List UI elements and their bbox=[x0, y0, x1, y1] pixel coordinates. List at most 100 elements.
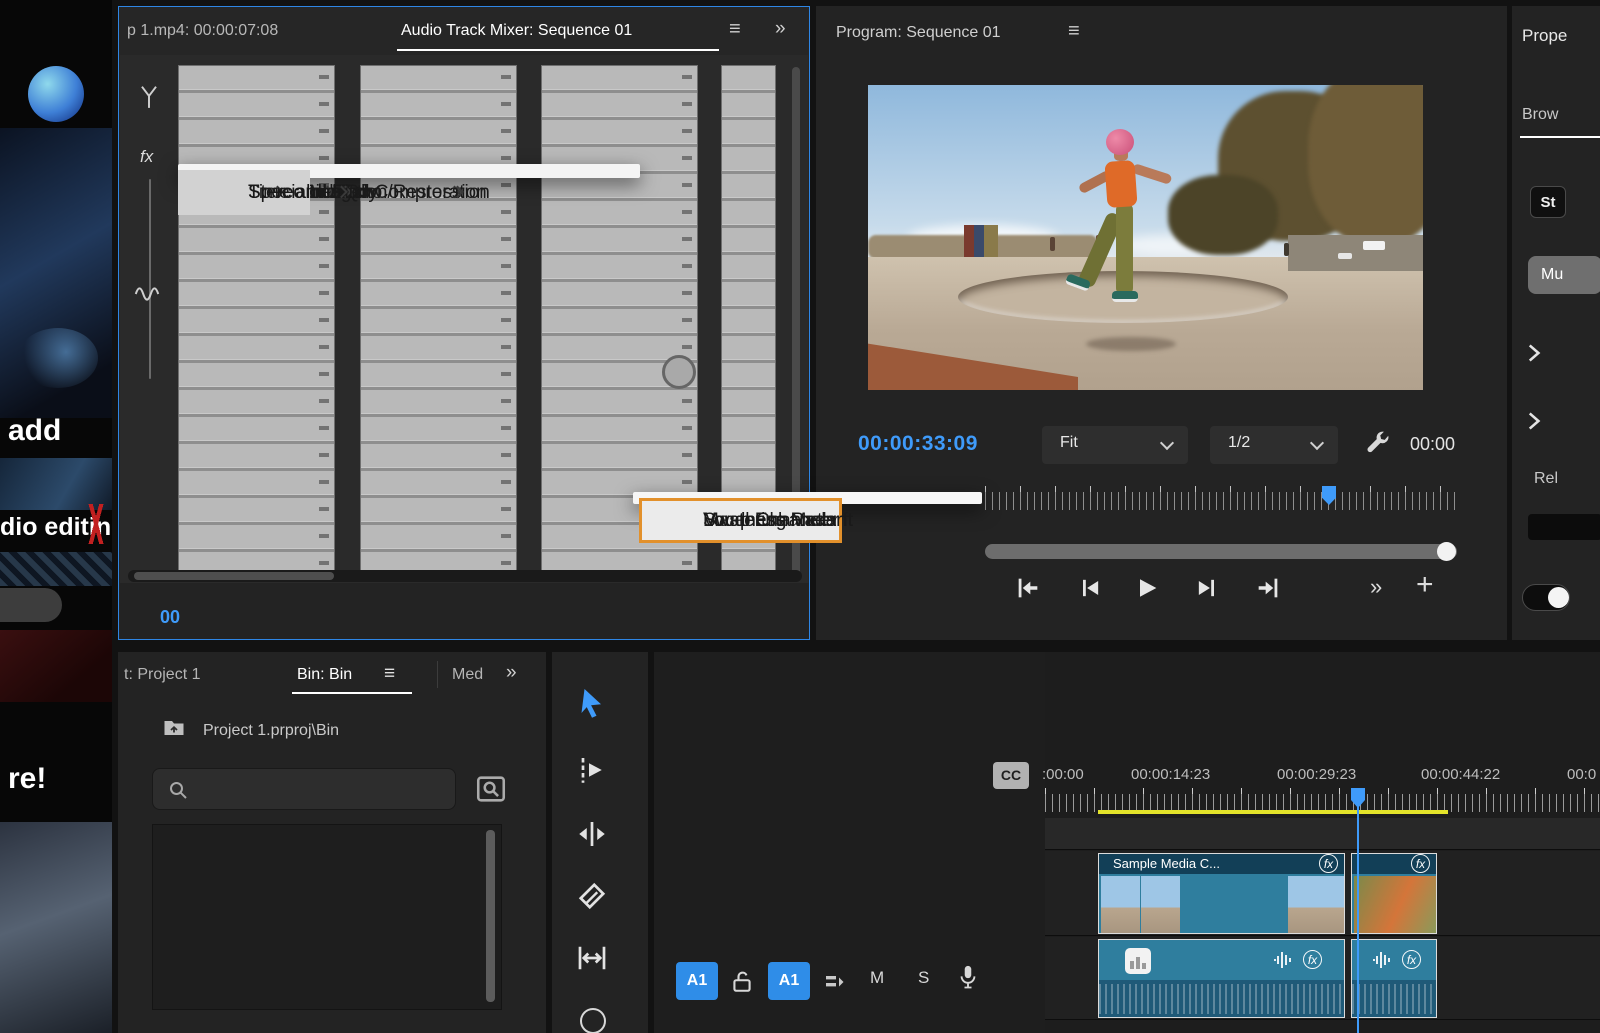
panel-menu-icon[interactable]: ≡ bbox=[384, 663, 395, 685]
tab-bin[interactable]: Bin: Bin bbox=[297, 666, 352, 684]
mixer-timecode[interactable]: 00 bbox=[160, 607, 180, 628]
breadcrumb[interactable]: Project 1.prproj\Bin bbox=[203, 722, 339, 740]
fx-badge: fx bbox=[1319, 854, 1338, 873]
pan-knob[interactable] bbox=[662, 355, 696, 389]
go-to-in-button[interactable] bbox=[1014, 574, 1042, 602]
properties-panel: Prope Brow St Mu Rel bbox=[1512, 6, 1600, 640]
add-button-icon[interactable]: + bbox=[1416, 568, 1434, 602]
tab-media-browser[interactable]: Med bbox=[452, 666, 483, 684]
list-scrollbar[interactable] bbox=[486, 830, 495, 1002]
expand-chevron-icon[interactable] bbox=[1520, 408, 1546, 434]
tab-program[interactable]: Program: Sequence 01 bbox=[836, 24, 1001, 42]
automation-icon bbox=[136, 77, 162, 117]
tab-source-clip[interactable]: p 1.mp4: 00:00:07:08 bbox=[127, 22, 278, 40]
st-chip[interactable]: St bbox=[1530, 186, 1566, 218]
panel-overflow-icon[interactable]: » bbox=[775, 18, 784, 40]
mixer-horizontal-scrollbar[interactable] bbox=[128, 570, 802, 582]
tab-project[interactable]: t: Project 1 bbox=[124, 666, 200, 684]
go-to-out-button[interactable] bbox=[1254, 574, 1282, 602]
panel-overflow-icon[interactable]: » bbox=[506, 662, 515, 684]
ripple-edit-tool[interactable] bbox=[574, 816, 610, 852]
track-lock-icon[interactable] bbox=[728, 968, 756, 996]
audio-waveform bbox=[1352, 984, 1436, 1014]
video-background-figure bbox=[1050, 237, 1055, 251]
zoom-scrollbar-handle[interactable] bbox=[1437, 542, 1456, 561]
fx-badge: fx bbox=[1402, 950, 1421, 969]
ruler-timecode: 00:00:14:23 bbox=[1131, 766, 1210, 783]
webpage-button bbox=[0, 588, 62, 622]
tab-browse[interactable]: Brow bbox=[1522, 106, 1558, 124]
webpage-stripes bbox=[0, 552, 112, 586]
video-trees bbox=[1168, 175, 1278, 255]
video-graffiti bbox=[1363, 241, 1385, 250]
empty-track-lane bbox=[1045, 818, 1600, 850]
search-input[interactable] bbox=[197, 773, 447, 805]
tab-audio-track-mixer[interactable]: Audio Track Mixer: Sequence 01 bbox=[401, 22, 632, 40]
panel-menu-icon[interactable]: ≡ bbox=[729, 18, 741, 41]
channel-strip-effect-slots[interactable] bbox=[360, 65, 517, 582]
bin-contents-list[interactable] bbox=[152, 824, 502, 1010]
playback-resolution-dropdown[interactable]: 1/2 bbox=[1210, 426, 1338, 464]
project-panel: t: Project 1 Bin: Bin ≡ Med » Project 1.… bbox=[118, 652, 546, 1033]
play-button[interactable] bbox=[1133, 574, 1161, 602]
video-clip[interactable]: fx bbox=[1351, 853, 1437, 934]
video-person-hair bbox=[1106, 129, 1134, 155]
settings-wrench-icon[interactable] bbox=[1362, 428, 1392, 458]
slip-tool[interactable] bbox=[574, 940, 610, 976]
channel-strip-effect-slots[interactable] bbox=[178, 65, 335, 582]
solo-track-button[interactable]: S bbox=[918, 968, 929, 988]
audio-track-mixer-panel: p 1.mp4: 00:00:07:08 Audio Track Mixer: … bbox=[118, 6, 810, 640]
step-forward-button[interactable] bbox=[1193, 574, 1221, 602]
mute-track-button[interactable]: M bbox=[870, 968, 884, 988]
program-seek-ruler[interactable] bbox=[985, 492, 1457, 510]
resolution-value: 1/2 bbox=[1228, 434, 1250, 452]
webpage-image bbox=[0, 128, 112, 418]
selection-tool[interactable] bbox=[574, 686, 610, 722]
audio-clip[interactable]: fx bbox=[1098, 939, 1345, 1018]
transport-overflow-icon[interactable]: » bbox=[1370, 574, 1380, 600]
related-label: Rel bbox=[1534, 470, 1558, 488]
program-monitor-panel: Program: Sequence 01 ≡ bbox=[816, 6, 1507, 640]
video-clip[interactable]: Sample Media C... fx bbox=[1098, 853, 1345, 934]
properties-field[interactable] bbox=[1528, 514, 1600, 540]
audio-clip[interactable]: fx bbox=[1351, 939, 1437, 1018]
search-box[interactable] bbox=[152, 768, 456, 810]
sync-lock-icon[interactable] bbox=[822, 970, 848, 994]
scrollbar-handle[interactable] bbox=[134, 572, 334, 580]
clip-thumbnail bbox=[1141, 876, 1180, 933]
submenu-item-vocal-enhancer[interactable]: Vocal Enhancer bbox=[633, 498, 836, 543]
find-in-project-icon[interactable] bbox=[474, 772, 508, 806]
special-effects-submenu: Distortion Fill Left with Right Fill Rig… bbox=[633, 492, 982, 504]
image-highlight bbox=[18, 328, 98, 388]
program-timecode[interactable]: 00:00:33:09 bbox=[858, 432, 978, 456]
track-a1-button[interactable]: A1 bbox=[768, 962, 810, 1000]
webpage-text: re! bbox=[8, 762, 46, 796]
site-logo bbox=[28, 66, 84, 122]
tools-panel bbox=[552, 652, 648, 1033]
source-patch-a1-button[interactable]: A1 bbox=[676, 962, 718, 1000]
rack-bracket bbox=[149, 179, 151, 379]
mu-chip[interactable]: Mu bbox=[1528, 256, 1600, 294]
zoom-fit-dropdown[interactable]: Fit bbox=[1042, 426, 1188, 464]
work-area-bar bbox=[1098, 810, 1448, 814]
folder-up-icon[interactable] bbox=[160, 716, 188, 740]
panel-menu-icon[interactable]: ≡ bbox=[1068, 20, 1080, 43]
video-posters bbox=[964, 225, 998, 257]
pen-tool-partial[interactable] bbox=[580, 1008, 606, 1033]
tab-properties[interactable]: Prope bbox=[1522, 26, 1567, 46]
webpage-image bbox=[0, 630, 112, 702]
toggle-switch[interactable] bbox=[1522, 584, 1570, 611]
captions-toggle[interactable]: CC bbox=[993, 762, 1029, 789]
step-back-button[interactable] bbox=[1076, 574, 1104, 602]
video-trees bbox=[1308, 85, 1423, 245]
razor-tool[interactable] bbox=[574, 878, 610, 914]
background-webpage: add dio editing re! bbox=[0, 0, 112, 1033]
expand-chevron-icon[interactable] bbox=[1520, 340, 1546, 366]
program-zoom-scrollbar[interactable] bbox=[985, 544, 1457, 559]
fx-badge: fx bbox=[1411, 854, 1430, 873]
menu-item-time-and-pitch[interactable]: Time and Pitch bbox=[178, 170, 374, 215]
track-select-forward-tool[interactable] bbox=[574, 752, 610, 788]
voiceover-mic-icon[interactable] bbox=[954, 962, 982, 992]
fit-value: Fit bbox=[1060, 434, 1078, 452]
video-graffiti bbox=[1338, 253, 1352, 259]
